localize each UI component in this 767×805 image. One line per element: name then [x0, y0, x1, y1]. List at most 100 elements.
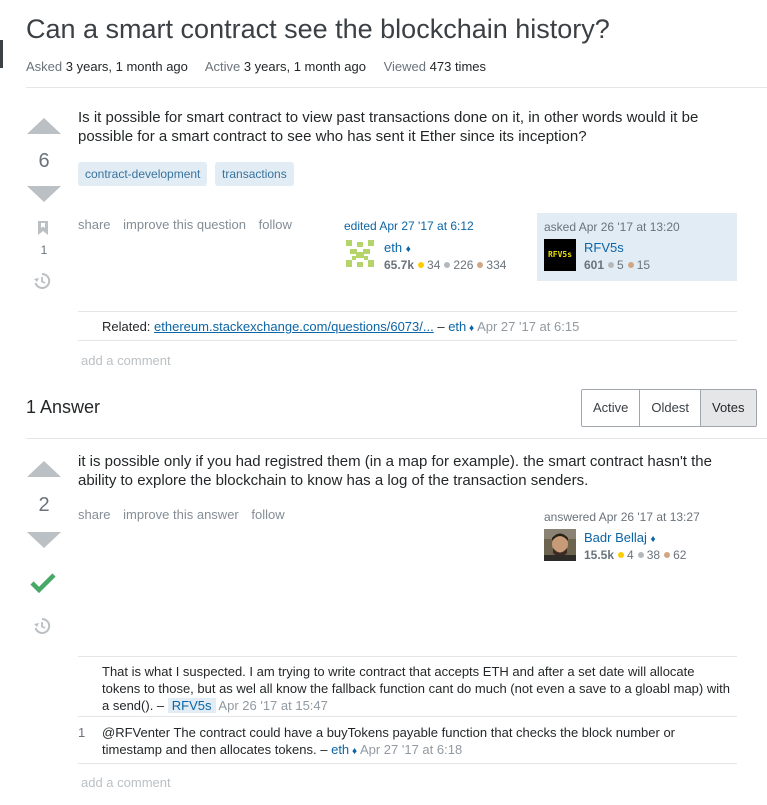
comment-date[interactable]: Apr 27 '17 at 6:15 [477, 319, 579, 334]
history-icon[interactable] [33, 617, 51, 635]
viewed-value: 473 times [429, 59, 487, 74]
answer-body-line: it is possible only if you had registred… [78, 453, 712, 470]
answerer-name-text[interactable]: Badr Bellaj [584, 530, 647, 545]
eth-avatar[interactable] [344, 238, 376, 270]
answer-comment: That is what I suspected. I am trying to… [102, 663, 742, 714]
comment-date[interactable]: Apr 26 '17 at 15:47 [218, 698, 327, 713]
downvote-arrow-icon[interactable] [27, 532, 61, 548]
comments-divider-bottom [78, 763, 737, 764]
tag-transactions[interactable]: transactions [215, 162, 294, 186]
upvote-arrow-icon[interactable] [27, 118, 61, 134]
question-body-line: Is it possible for smart contract to vie… [78, 109, 699, 126]
answered-timestamp[interactable]: answered Apr 26 '17 at 13:27 [544, 510, 700, 524]
sort-tab-active[interactable]: Active [582, 390, 641, 426]
moderator-diamond-icon: ♦ [466, 323, 475, 334]
answer-comment: @RFVenter The contract could have a buyT… [102, 724, 742, 760]
editor-name[interactable]: eth ♦ [384, 240, 411, 255]
answer-score: 2 [38, 494, 50, 516]
history-icon[interactable] [33, 272, 51, 290]
comments-divider [78, 311, 737, 312]
editor-gold-count: 34 [427, 258, 441, 272]
question-body: Is it possible for smart contract to vie… [78, 108, 758, 146]
active-value[interactable]: 3 years, 1 month ago [244, 59, 366, 74]
sort-tab-oldest[interactable]: Oldest [640, 390, 701, 426]
tag-list: contract-development transactions [78, 162, 298, 186]
comment-user[interactable]: eth [448, 319, 466, 334]
asker-rep-score: 601 [584, 258, 605, 272]
silver-badge-icon [637, 552, 644, 559]
comments-divider [78, 656, 737, 657]
comment-user[interactable]: eth [331, 742, 349, 757]
downvote-arrow-icon[interactable] [27, 186, 61, 202]
add-comment-link[interactable]: add a comment [81, 353, 171, 368]
gold-badge-icon [418, 262, 425, 269]
add-comment-link[interactable]: add a comment [81, 775, 171, 790]
bronze-badge-icon [664, 552, 671, 559]
asked-value: 3 years, 1 month ago [65, 59, 188, 74]
bookmark-count: 1 [40, 243, 48, 257]
answerer-silver-count: 38 [646, 548, 661, 562]
related-link[interactable]: ethereum.stackexchange.com/questions/607… [154, 319, 434, 334]
bronze-badge-icon [477, 262, 484, 269]
answer-post-menu: share improve this answer follow [78, 507, 294, 522]
answers-count: 1 Answer [26, 397, 101, 417]
follow-link[interactable]: follow [251, 507, 284, 522]
follow-link[interactable]: follow [259, 217, 292, 232]
asked-timestamp[interactable]: asked Apr 26 '17 at 13:20 [544, 220, 680, 234]
editor-name-text[interactable]: eth [384, 240, 402, 255]
page-title[interactable]: Can a smart contract see the blockchain … [26, 14, 610, 45]
question-body-line: possible for a smart contract to see who… [78, 128, 587, 145]
answerer-rep-score: 15.5k [584, 548, 615, 562]
editor-rep-score: 65.7k [384, 258, 415, 272]
answer-sort-tabs: Active Oldest Votes [581, 389, 757, 427]
question-score: 6 [38, 150, 50, 172]
upvote-arrow-icon[interactable] [27, 461, 61, 477]
share-link[interactable]: share [78, 507, 111, 522]
asker-reputation: 601 5 15 [584, 258, 650, 272]
question-comment: Related: ethereum.stackexchange.com/ques… [102, 318, 579, 337]
editor-reputation: 65.7k 34 226 334 [384, 258, 506, 272]
comment-line-final: a send(). – RFV5s Apr 26 '17 at 15:47 [102, 697, 742, 714]
asker-bronze-count: 15 [636, 258, 651, 272]
question-meta: Asked 3 years, 1 month ago Active 3 year… [26, 59, 500, 74]
answerer-gold-count: 4 [627, 548, 634, 562]
comment-date[interactable]: Apr 27 '17 at 6:18 [360, 742, 462, 757]
moderator-diamond-icon: ♦ [650, 534, 656, 545]
editor-bronze-count: 334 [486, 258, 507, 272]
comment-line: @RFVenter The contract could have a buyT… [102, 725, 676, 740]
asker-name[interactable]: RFV5s [584, 240, 624, 255]
improve-question-link[interactable]: improve this question [123, 217, 246, 232]
answerer-name[interactable]: Badr Bellaj ♦ [584, 530, 656, 545]
silver-badge-icon [444, 262, 451, 269]
header-divider [26, 87, 767, 88]
asker-avatar[interactable]: RFV5s [544, 239, 576, 271]
edited-timestamp[interactable]: edited Apr 27 '17 at 6:12 [344, 219, 474, 233]
comment-dash: – [437, 319, 445, 334]
asked-label: Asked [26, 59, 63, 74]
comment-text-end: timestamp and then allocates tokens. – [102, 742, 328, 757]
improve-answer-link[interactable]: improve this answer [123, 507, 239, 522]
gold-badge-icon [618, 552, 625, 559]
comment-user[interactable]: RFV5s [167, 698, 216, 713]
comment-text-end: a send(). – [102, 698, 165, 713]
tag-contract-development[interactable]: contract-development [78, 162, 208, 186]
moderator-diamond-icon: ♦ [405, 244, 411, 255]
question-post-menu: share improve this question follow [78, 217, 301, 232]
comment-prefix: Related: [102, 319, 151, 334]
bookmark-icon[interactable] [37, 220, 49, 236]
comment-line-final: timestamp and then allocates tokens. – e… [102, 741, 742, 760]
share-link[interactable]: share [78, 217, 111, 232]
accepted-check-icon [30, 573, 56, 594]
comment-line: tokens to those, but as wel all know the… [102, 681, 730, 696]
sort-tab-votes[interactable]: Votes [700, 390, 756, 426]
comment-score: 1 [78, 725, 86, 740]
answerer-bronze-count: 62 [673, 548, 687, 562]
moderator-diamond-icon: ♦ [349, 746, 358, 757]
answers-divider [26, 438, 767, 439]
silver-badge-icon [608, 262, 615, 269]
editor-silver-count: 226 [453, 258, 474, 272]
answerer-avatar[interactable] [544, 529, 576, 561]
bronze-badge-icon [627, 262, 634, 269]
comment-line: That is what I suspected. I am trying to… [102, 664, 695, 679]
comments-divider-bottom [78, 340, 737, 341]
